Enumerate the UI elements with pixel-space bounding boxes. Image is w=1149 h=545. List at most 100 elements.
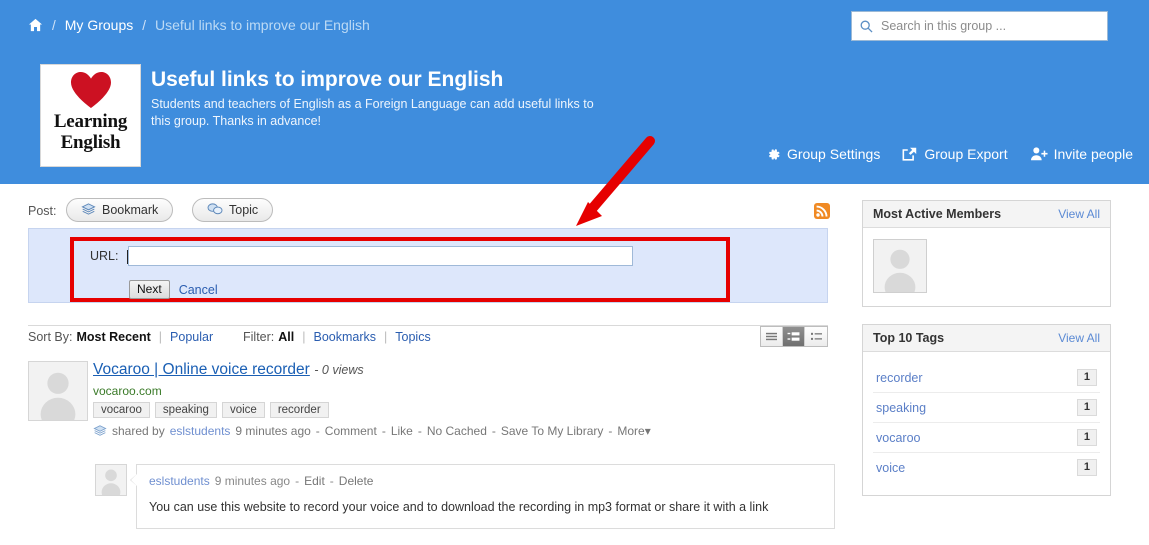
post-title-row: Vocaroo | Online voice recorder - 0 view… xyxy=(93,361,833,379)
post-tag[interactable]: voice xyxy=(221,402,265,418)
breadcrumb: / My Groups / Useful links to improve ou… xyxy=(28,17,370,33)
comment-timestamp: 9 minutes ago xyxy=(214,474,291,488)
sort-label: Sort By: xyxy=(28,330,73,344)
tags-view-all-link[interactable]: View All xyxy=(1058,331,1100,345)
post-body: Vocaroo | Online voice recorder - 0 view… xyxy=(93,361,833,438)
post-comment-action[interactable]: Comment xyxy=(325,424,377,438)
comment-author-link[interactable]: eslstudents xyxy=(149,474,210,488)
url-form-actions: Next Cancel xyxy=(129,280,218,299)
speech-bubbles-icon xyxy=(207,202,223,219)
page-root: / My Groups / Useful links to improve ou… xyxy=(0,0,1149,545)
logo-text-english: English xyxy=(60,132,121,153)
post-more-action[interactable]: More▾ xyxy=(617,424,650,438)
post-label: Post: xyxy=(28,204,57,218)
filter-option-all[interactable]: All xyxy=(278,330,294,344)
meta-dash-2: - xyxy=(381,424,386,438)
most-active-members-widget: Most Active Members View All xyxy=(862,200,1111,307)
person-add-icon xyxy=(1030,146,1048,162)
group-logo: Learning English xyxy=(40,64,141,167)
divider xyxy=(28,325,828,326)
post-tag[interactable]: vocaroo xyxy=(93,402,150,418)
widget-body xyxy=(863,228,1110,306)
rss-icon[interactable] xyxy=(814,203,830,219)
post-save-library-action[interactable]: Save To My Library xyxy=(501,424,604,438)
group-export-label: Group Export xyxy=(924,146,1008,162)
group-export-button[interactable]: Group Export xyxy=(902,146,1008,162)
invite-people-button[interactable]: Invite people xyxy=(1030,146,1133,162)
invite-people-label: Invite people xyxy=(1053,146,1133,162)
user-avatar-placeholder[interactable] xyxy=(873,239,927,293)
user-avatar-placeholder xyxy=(95,464,127,496)
post-toolbar: Post: Bookmark Topic xyxy=(0,196,845,232)
filter-option-bookmarks[interactable]: Bookmarks xyxy=(313,330,376,344)
search-input[interactable] xyxy=(879,13,1099,39)
post-source-url: vocaroo.com xyxy=(93,384,162,398)
comment-bubble: eslstudents 9 minutes ago - Edit - Delet… xyxy=(130,464,835,529)
widget-header: Most Active Members View All xyxy=(863,201,1110,228)
sidebar-tag-link[interactable]: vocaroo xyxy=(876,431,920,445)
post-tag[interactable]: speaking xyxy=(154,402,217,418)
bookmark-layers-icon xyxy=(93,424,107,438)
post-tag[interactable]: recorder xyxy=(269,402,329,418)
search-icon xyxy=(860,20,873,33)
post-topic-label: Topic xyxy=(229,203,259,217)
sort-separator: | xyxy=(158,330,163,344)
members-view-all-link[interactable]: View All xyxy=(1058,207,1100,221)
sort-option-popular[interactable]: Popular xyxy=(170,330,213,344)
sidebar-tag-link[interactable]: recorder xyxy=(876,371,923,385)
comment-block: eslstudents 9 minutes ago - Edit - Delet… xyxy=(95,464,835,529)
tag-count-badge: 1 xyxy=(1076,369,1097,386)
meta-dash-3: - xyxy=(417,424,422,438)
url-input[interactable] xyxy=(128,246,634,266)
comment-edit-action[interactable]: Edit xyxy=(304,474,325,488)
tag-count-badge: 1 xyxy=(1076,429,1097,446)
filter-option-topics[interactable]: Topics xyxy=(395,330,430,344)
tag-list-item: speaking 1 xyxy=(873,393,1100,423)
url-input-row: URL: xyxy=(90,246,634,266)
tag-count-badge: 1 xyxy=(1076,399,1097,416)
breadcrumb-separator-2: / xyxy=(142,17,146,33)
post-meta: shared by eslstudents 9 minutes ago - Co… xyxy=(93,424,833,438)
compact-view-icon[interactable] xyxy=(805,327,827,346)
heart-icon xyxy=(69,70,113,110)
members-widget-title: Most Active Members xyxy=(873,207,1002,221)
post-author-link[interactable]: eslstudents xyxy=(170,424,231,438)
group-settings-button[interactable]: Group Settings xyxy=(765,146,880,162)
export-icon xyxy=(902,146,918,162)
filter-separator-2: | xyxy=(384,330,388,344)
sidebar-tag-link[interactable]: speaking xyxy=(876,401,926,415)
meta-dash-1: - xyxy=(315,424,320,438)
text-cursor xyxy=(127,250,128,264)
header-actions: Group Settings Group Export Invite peopl… xyxy=(765,146,1133,162)
cancel-link[interactable]: Cancel xyxy=(179,283,218,297)
detail-view-icon[interactable] xyxy=(783,327,805,346)
breadcrumb-separator-1: / xyxy=(52,17,56,33)
group-description: Students and teachers of English as a Fo… xyxy=(151,97,594,128)
breadcrumb-my-groups[interactable]: My Groups xyxy=(65,17,133,33)
sidebar-tag-link[interactable]: voice xyxy=(876,461,905,475)
post-title-link[interactable]: Vocaroo | Online voice recorder xyxy=(93,361,310,378)
widget-header: Top 10 Tags View All xyxy=(863,325,1110,352)
home-icon[interactable] xyxy=(28,18,43,32)
next-button[interactable]: Next xyxy=(129,280,170,299)
meta-dash-5: - xyxy=(608,424,613,438)
post-tags: vocaroo speaking voice recorder xyxy=(93,402,833,418)
sort-option-most-recent[interactable]: Most Recent xyxy=(76,330,150,344)
user-avatar-placeholder xyxy=(28,361,88,421)
group-header: / My Groups / Useful links to improve ou… xyxy=(0,0,1149,184)
comment-delete-action[interactable]: Delete xyxy=(339,474,374,488)
comment-dash-2: - xyxy=(329,474,334,488)
post-no-cached-action[interactable]: No Cached xyxy=(427,424,487,438)
search-box[interactable] xyxy=(851,11,1108,41)
post-topic-button[interactable]: Topic xyxy=(192,198,274,222)
post-views: - 0 views xyxy=(314,363,364,377)
tag-list-item: vocaroo 1 xyxy=(873,423,1100,453)
post-bookmark-button[interactable]: Bookmark xyxy=(66,198,174,222)
list-view-icon[interactable] xyxy=(761,327,783,346)
post-timestamp: 9 minutes ago xyxy=(235,424,311,438)
post-like-action[interactable]: Like xyxy=(391,424,413,438)
comment-header: eslstudents 9 minutes ago - Edit - Delet… xyxy=(149,474,822,488)
breadcrumb-current: Useful links to improve our English xyxy=(155,17,370,33)
url-label: URL: xyxy=(90,249,119,263)
widget-body: recorder 1 speaking 1 vocaroo 1 voice 1 xyxy=(863,352,1110,495)
